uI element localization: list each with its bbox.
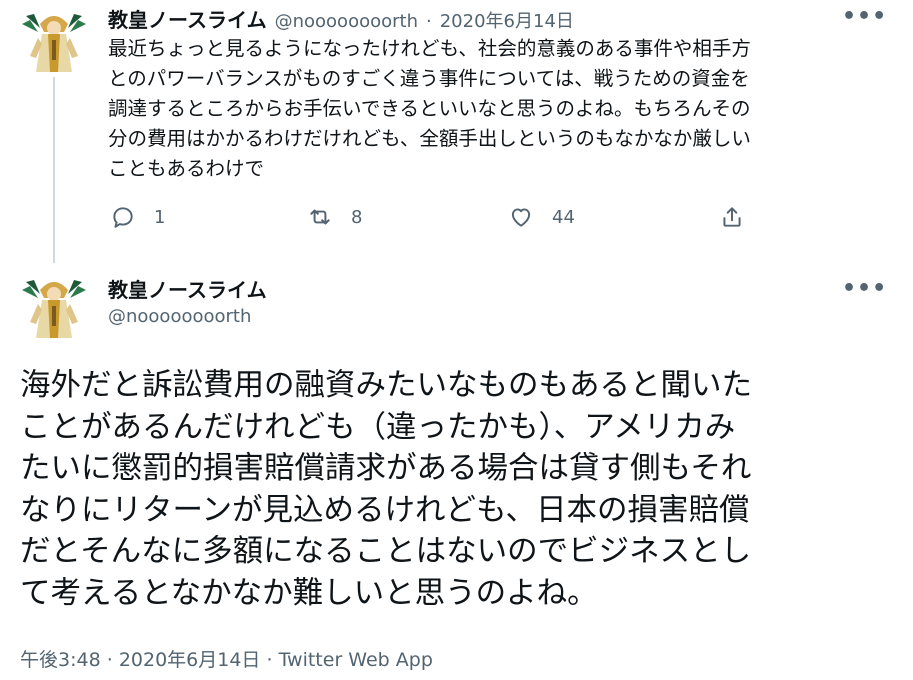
- tweet-text-line: て考えるとなかなか難しいと思うのよね。: [20, 575, 598, 611]
- meta-separator: ·: [266, 649, 273, 671]
- thread-connector-line: [53, 77, 55, 263]
- like-button[interactable]: 44: [508, 204, 575, 230]
- meta-separator: ·: [106, 649, 113, 671]
- author-name[interactable]: 教皇ノースライム: [108, 274, 267, 303]
- parent-tweet-text: 最近ちょっと見るようになったけれども、社会的意義のある事件や相手方 とのパワーバ…: [108, 34, 751, 184]
- reply-count: 1: [154, 206, 166, 228]
- tweet-text-line: 調達するところからお手伝いできるといいなと思うのよね。もちろんその: [108, 97, 751, 120]
- tweet-text-line: だとそんなに多額になることはないのでビジネスとし: [20, 534, 752, 569]
- avatar-image: [20, 272, 88, 340]
- tweet-text-line: ことがあるんだけれども（違ったかも）、アメリカみ: [20, 409, 736, 445]
- author-handle[interactable]: @noooooooorth: [275, 11, 418, 32]
- heart-icon: [511, 208, 531, 227]
- author-handle[interactable]: @noooooooorth: [108, 306, 251, 327]
- more-options-button[interactable]: •••: [842, 278, 887, 300]
- header-separator: ·: [426, 11, 432, 32]
- tweet-text-line: 海外だと訴訟費用の融資みたいなものもあると聞いた: [20, 368, 752, 403]
- tweet-metadata: 午後3:48 · 2020年6月14日 · Twitter Web App: [20, 645, 433, 672]
- retweet-button[interactable]: 8: [307, 204, 362, 230]
- tweet-text-line: たいに懲罰的損害賠償請求がある場合は貸す側もそれ: [20, 451, 752, 486]
- tweet-text-line: こともあるわけで: [108, 157, 265, 180]
- tweet-source[interactable]: Twitter Web App: [279, 649, 433, 671]
- tweet-text-line: なりにリターンが見込めるけれども、日本の損害賠償: [20, 492, 750, 528]
- reply-button[interactable]: 1: [110, 204, 165, 230]
- tweet-text-line: 分の費用はかかるわけだけれども、全額手出しというのもなかなか厳しい: [108, 127, 751, 150]
- retweet-icon: [310, 209, 330, 225]
- avatar[interactable]: [20, 6, 88, 74]
- tweet-time[interactable]: 午後3:48: [20, 649, 101, 671]
- more-options-button[interactable]: •••: [842, 6, 887, 28]
- author-name[interactable]: 教皇ノースライム: [108, 4, 267, 33]
- tweet-date[interactable]: 2020年6月14日: [119, 649, 261, 671]
- main-tweet-text: 海外だと訴訟費用の融資みたいなものもあると聞いた ことがあるんだけれども（違った…: [20, 365, 752, 614]
- more-horizontal-icon: •••: [842, 276, 888, 301]
- retweet-count: 8: [351, 206, 363, 228]
- tweet-text-line: とのパワーバランスがものすごく違う事件については、戦うための資金を: [108, 67, 750, 90]
- like-count: 44: [552, 206, 575, 228]
- reply-icon: [113, 207, 133, 228]
- tweet-date[interactable]: 2020年6月14日: [440, 7, 574, 33]
- avatar[interactable]: [20, 272, 88, 340]
- tweet-text-line: 最近ちょっと見るようになったけれども、社会的意義のある事件や相手方: [108, 37, 751, 60]
- share-icon: [723, 207, 741, 227]
- more-horizontal-icon: •••: [842, 4, 888, 29]
- parent-tweet-header: 教皇ノースライム @noooooooorth · 2020年6月14日: [108, 4, 574, 33]
- share-button[interactable]: [719, 204, 745, 230]
- avatar-image: [20, 6, 88, 74]
